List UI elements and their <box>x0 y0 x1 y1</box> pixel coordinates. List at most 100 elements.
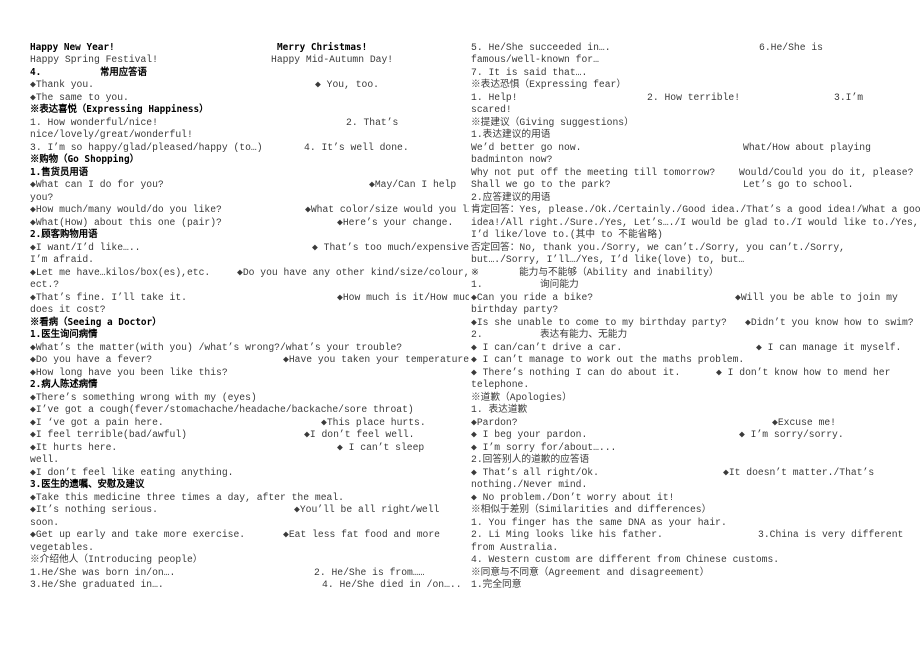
text-line: ◆I ‘ve got a pain here. <box>30 416 164 428</box>
text-line: ◆ You, too. <box>315 79 379 91</box>
text-line: 2. How terrible! <box>647 91 741 103</box>
text-line: ◆ I can’t manage to work out the maths p… <box>471 354 745 366</box>
section-heading: ※看病（Seeing a Doctor） <box>30 316 162 328</box>
text-line: 4. He/She died in /on….. <box>322 579 462 591</box>
text-line: ◆May/Can I help <box>369 179 457 191</box>
text-line: ※同意与不同意（Agreement and disagreement） <box>471 566 710 578</box>
text-line: ◆Have you taken your temperature? <box>283 354 469 366</box>
text-line: ◆You’ll be all right/well <box>294 504 440 516</box>
text-line: ◆Can you ride a bike? <box>471 291 594 303</box>
section-heading: 1.医生询问病情 <box>30 329 98 341</box>
text-line: Would/Could you do it, please? <box>739 166 914 178</box>
text-line: ◆Is she unable to come to my birthday pa… <box>471 316 727 328</box>
text-line: 3.China is very different <box>758 529 904 541</box>
text-line: you? <box>30 191 54 203</box>
text-line: ◆Didn’t you know how to swim? <box>745 316 914 328</box>
text-line: ◆This place hurts. <box>321 416 426 428</box>
text-line: ◆ That’s all right/Ok. <box>471 466 599 478</box>
text-line: ◆What color/size would you like <box>305 204 469 216</box>
text-line: ◆ I can’t sleep <box>337 441 425 453</box>
text-line: ◆It hurts here. <box>30 441 118 453</box>
text-line: 5. He/She succeeded in…. <box>471 42 611 53</box>
text-line: ◆There’s something wrong with my (eyes) <box>30 391 257 403</box>
text-line: vegetables. <box>30 541 94 553</box>
text-line: ◆ No problem./Don’t worry about it! <box>471 491 675 503</box>
text-line: ◆What’s the matter(with you) /what’s wro… <box>30 341 403 353</box>
text-line: soon. <box>30 516 60 528</box>
text-line: 询问能力 <box>540 279 579 291</box>
text-line: 2. Li Ming looks like his father. <box>471 529 663 541</box>
text-line: ※表达恐惧（Expressing fear） <box>471 79 627 91</box>
section-heading: 常用应答语 <box>100 66 147 78</box>
text-line: I’m afraid. <box>30 254 94 266</box>
text-line: ◆How much is it/How much <box>337 291 469 303</box>
text-line: 肯定回答：Yes, please./Ok./Certainly./Good id… <box>471 204 920 216</box>
text-line: famous/well-known for… <box>471 54 599 66</box>
text-line: Happy Spring Festival! <box>30 54 158 66</box>
text-line: 1. How wonderful/nice! <box>30 116 158 128</box>
text-line: 2. That’s <box>346 116 399 128</box>
text-line: ◆ There’s nothing I can do about it. <box>471 366 681 378</box>
text-line: ◆What can I do for you? <box>30 179 164 191</box>
text-line: ◆Excuse me! <box>772 416 836 428</box>
text-line: ◆I want/I’d like….. <box>30 241 141 253</box>
text-line: ◆The same to you. <box>30 91 129 103</box>
text-line: does it cost? <box>30 304 106 316</box>
text-line: 能力与不能够（Ability and inability） <box>519 266 719 278</box>
text-line: 1.表达建议的用语 <box>471 129 551 141</box>
text-line: ◆I feel terrible(bad/awful) <box>30 429 187 441</box>
text-line: 1. Help! <box>471 91 518 103</box>
left-column: Happy New Year! Merry Christmas! Happy Spr… <box>0 0 469 650</box>
text-line: ◆That’s fine. I’ll take it. <box>30 291 187 303</box>
text-line: nice/lovely/great/wonderful! <box>30 129 193 141</box>
text-line: ◆How much/many would/do you like? <box>30 204 222 216</box>
text-line: ◆ I beg your pardon. <box>471 429 588 441</box>
text-line: ◆Thank you. <box>30 79 94 91</box>
text-line: ◆ I don’t know how to mend her <box>716 366 891 378</box>
text-line: Let’s go to school. <box>743 179 854 191</box>
text-line: ◆ I’m sorry/sorry. <box>739 429 844 441</box>
text-line: 1. You finger has the same DNA as your h… <box>471 516 727 528</box>
text-line: What/How about playing <box>743 141 871 153</box>
text-line: Why not put off the meeting till tomorro… <box>471 166 716 178</box>
text-line: 3. I’m so happy/glad/pleased/happy (to…) <box>30 141 263 153</box>
section-heading: 1.售货员用语 <box>30 166 89 178</box>
text-line: ◆Do you have a fever? <box>30 354 153 366</box>
text-line: ※相似于差别（Similarities and differences） <box>471 504 712 516</box>
text-line: ※ <box>471 266 480 278</box>
text-line: ※提建议（Giving suggestions） <box>471 116 634 128</box>
text-line: 1.完全同意 <box>471 579 522 591</box>
section-heading: Happy New Year! <box>30 42 115 53</box>
text-line: ◆ I’m sorry for/about…... <box>471 441 617 453</box>
text-line: ※道歉（Apologies） <box>471 391 572 403</box>
section-heading: 2.病人陈述病情 <box>30 379 98 391</box>
text-line: ◆Pardon? <box>471 416 518 428</box>
section-heading: 2.顾客购物用语 <box>30 229 98 241</box>
text-line: ◆Do you have any other kind/size/colour, <box>237 266 469 278</box>
text-line: well. <box>30 454 60 466</box>
text-line: 2.回答别人的道歉的应答语 <box>471 454 590 466</box>
section-heading: ※表达喜悦（Expressing Happiness） <box>30 104 209 116</box>
text-line: ect.? <box>30 279 60 291</box>
text-line: Happy Mid-Autumn Day! <box>271 54 394 66</box>
text-line: 表达有能力、无能力 <box>540 329 628 341</box>
text-line: ◆Take this medicine three times a day, a… <box>30 491 344 503</box>
text-line: ◆ I can manage it myself. <box>756 341 902 353</box>
text-line: 2.应答建议的用语 <box>471 191 551 203</box>
text-line: ◆Let me have…kilos/box(es),etc. <box>30 266 211 278</box>
text-line: Shall we go to the park? <box>471 179 611 191</box>
text-line: but…./Sorry, I’ll…/Yes, I’d like(love) t… <box>471 254 745 266</box>
text-line: ◆Eat less fat food and more <box>283 529 440 541</box>
right-column: 5. He/She succeeded in…. 6.He/She is famou… <box>469 0 920 650</box>
text-line: 4. It’s well done. <box>304 141 409 153</box>
text-line: ◆Here’s your change. <box>337 216 454 228</box>
text-line: ※介绍他人（Introducing people） <box>30 554 203 566</box>
text-line: ◆It doesn’t matter./That’s <box>723 466 875 478</box>
text-line: ◆Get up early and take more exercise. <box>30 529 246 541</box>
text-line: ◆ That’s too much/expensive, <box>312 241 469 253</box>
text-line: 否定回答：No, thank you./Sorry, we can’t./Sor… <box>471 241 845 253</box>
text-line: 3.He/She graduated in…. <box>30 579 164 591</box>
text-line: 3.I’m <box>834 91 864 103</box>
text-line: ◆I don’t feel like eating anything. <box>30 466 234 478</box>
section-heading: 4. <box>30 66 42 78</box>
